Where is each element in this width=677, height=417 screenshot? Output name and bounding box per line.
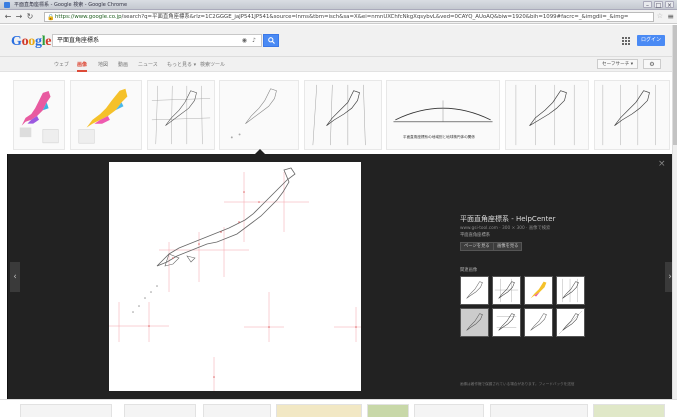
window-title: 平面直角座標系 - Google 検索 - Google Chrome xyxy=(14,2,128,8)
reload-button[interactable]: ↻ xyxy=(25,12,35,22)
image-result-thumb[interactable] xyxy=(124,404,196,417)
related-image-thumb[interactable] xyxy=(492,308,521,337)
url-path: /search?q=平面直角座標系&rlz=1C2GGGE_jaJP541JP5… xyxy=(121,14,629,20)
maximize-button[interactable]: □ xyxy=(654,1,663,9)
tab-more[interactable]: もっと見る ▾ xyxy=(167,61,196,68)
related-image-thumb[interactable] xyxy=(556,308,585,337)
related-image-thumb[interactable] xyxy=(460,308,489,337)
gear-icon[interactable]: ⚙ xyxy=(643,59,661,69)
related-image-thumb[interactable] xyxy=(460,276,489,305)
safesearch-dropdown[interactable]: セーフサーチ ▾ xyxy=(597,59,639,69)
image-result-thumb[interactable] xyxy=(147,80,215,150)
google-header: Google 平面直角座標系 ◉ ♪ ログイン xyxy=(0,25,677,57)
tab-search-tools[interactable]: 検索ツール xyxy=(200,61,225,68)
thumb-caption: 平面直角座標系の地域別と地球楕円体の関係 xyxy=(403,135,475,139)
tab-videos[interactable]: 動画 xyxy=(118,61,128,68)
forward-button[interactable]: → xyxy=(14,12,24,22)
image-result-thumb[interactable] xyxy=(505,80,589,150)
window-controls: – □ × xyxy=(643,1,674,9)
tab-web[interactable]: ウェブ xyxy=(54,61,69,68)
page-scrollbar[interactable] xyxy=(672,25,677,399)
copyright-note[interactable]: 画像は著作権で保護されている場合があります。フィードバックを送信 xyxy=(460,382,574,387)
mic-icon[interactable]: ♪ xyxy=(252,35,256,46)
preview-image[interactable] xyxy=(109,162,361,391)
related-image-thumb[interactable] xyxy=(524,276,553,305)
image-result-thumb[interactable] xyxy=(203,404,271,417)
tab-images[interactable]: 画像 xyxy=(77,61,88,72)
image-result-thumb[interactable] xyxy=(276,404,362,417)
chrome-favicon-icon xyxy=(4,2,10,8)
tab-news[interactable]: ニュース xyxy=(138,61,158,68)
signin-button[interactable]: ログイン xyxy=(637,35,665,46)
related-image-thumb[interactable] xyxy=(556,276,585,305)
apps-icon[interactable] xyxy=(622,37,630,45)
image-results-strip xyxy=(0,72,677,154)
search-query: 平面直角座標系 xyxy=(57,37,100,44)
close-window-button[interactable]: × xyxy=(665,1,674,9)
preview-site[interactable]: www.gsi-tool.com · 300 × 300 · 画像で検索 xyxy=(460,225,550,231)
chevron-left-icon[interactable]: ‹ xyxy=(10,262,20,292)
search-icon xyxy=(267,37,275,44)
camera-icon[interactable]: ◉ xyxy=(242,35,247,46)
url-host: https://www.google.co.jp xyxy=(55,14,122,20)
image-result-thumb[interactable] xyxy=(414,404,484,417)
search-button[interactable] xyxy=(263,34,279,47)
search-tabs: ウェブ 画像 地図 動画 ニュース もっと見る ▾ 検索ツール セーフサーチ ▾… xyxy=(0,57,677,72)
view-image-button[interactable]: 画像を見る xyxy=(493,242,523,251)
image-result-thumb[interactable] xyxy=(219,80,299,150)
window-titlebar: 平面直角座標系 - Google 検索 - Google Chrome – □ … xyxy=(0,0,677,10)
related-images-label: 関連画像 xyxy=(460,268,478,273)
image-result-thumb[interactable] xyxy=(490,404,588,417)
menu-icon[interactable]: ≡ xyxy=(667,12,674,21)
image-result-thumb[interactable] xyxy=(367,404,409,417)
search-input[interactable]: 平面直角座標系 ◉ ♪ xyxy=(52,34,262,47)
back-button[interactable]: ← xyxy=(3,12,13,22)
image-result-thumb[interactable] xyxy=(594,80,670,150)
browser-window: 平面直角座標系 - Google 検索 - Google Chrome – □ … xyxy=(0,0,677,417)
address-bar: ← → ↻ 🔒 https://www.google.co.jp/search?… xyxy=(0,10,677,24)
star-icon[interactable]: ☆ xyxy=(657,12,663,20)
url-field[interactable]: 🔒 https://www.google.co.jp/search?q=平面直角… xyxy=(44,12,654,22)
lock-icon: 🔒 xyxy=(47,14,55,21)
related-image-thumb[interactable] xyxy=(524,308,553,337)
image-result-thumb[interactable] xyxy=(70,80,142,150)
scrollbar-thumb[interactable] xyxy=(673,25,677,145)
google-logo[interactable]: Google xyxy=(11,34,52,50)
image-preview-panel: ‹ › × 平面直角座標系 - HelpCenter www.gsi-tool.… xyxy=(7,154,677,399)
minimize-button[interactable]: – xyxy=(643,1,652,9)
related-image-thumb[interactable] xyxy=(492,276,521,305)
close-icon[interactable]: × xyxy=(658,159,666,169)
tab-maps[interactable]: 地図 xyxy=(98,61,108,68)
image-result-thumb[interactable] xyxy=(20,404,112,417)
preview-description: 平面直角座標系 xyxy=(460,233,491,238)
view-page-button[interactable]: ページを見る xyxy=(460,242,494,251)
image-result-thumb[interactable] xyxy=(304,80,382,150)
image-result-thumb[interactable] xyxy=(593,404,665,417)
preview-title[interactable]: 平面直角座標系 - HelpCenter xyxy=(460,214,556,224)
more-results-strip xyxy=(0,399,677,417)
image-result-thumb[interactable] xyxy=(13,80,65,150)
